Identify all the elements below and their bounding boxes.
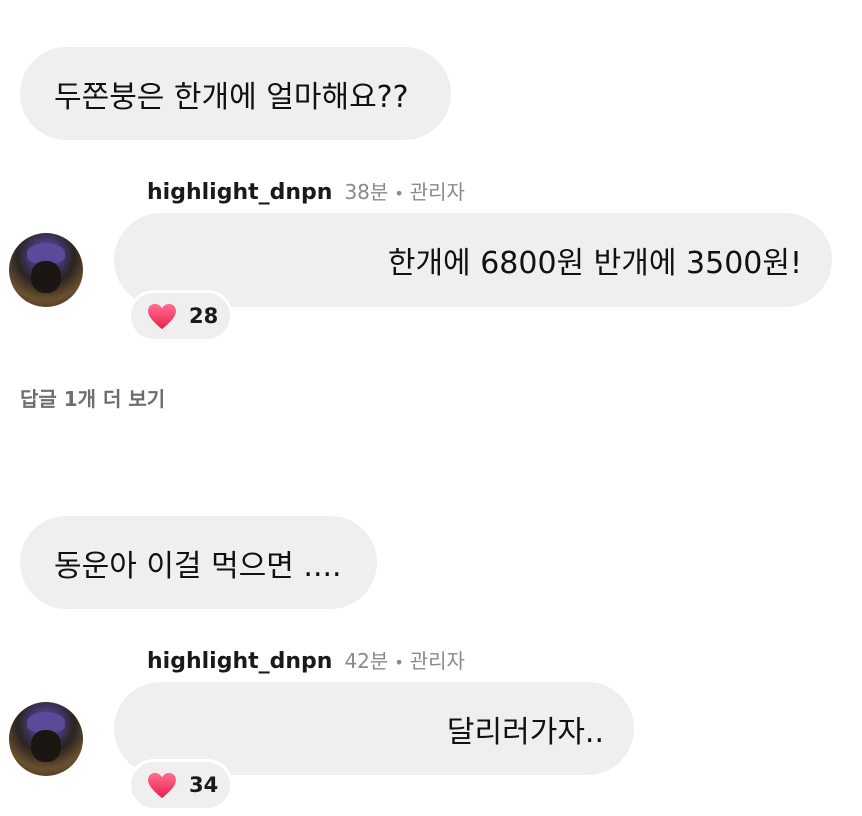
- meta-separator: •: [394, 184, 404, 203]
- heart-icon: [148, 772, 176, 798]
- comment-bubble[interactable]: 두쫀붕은 한개에 얼마해요??: [20, 47, 451, 140]
- comment-bubble[interactable]: 동운아 이걸 먹으면 ....: [20, 516, 377, 609]
- reply-role: 관리자: [409, 649, 465, 673]
- avatar[interactable]: [9, 702, 83, 776]
- like-badge[interactable]: 34: [128, 759, 233, 811]
- meta-separator: •: [394, 653, 404, 672]
- reply-username[interactable]: highlight_dnpn: [147, 649, 332, 674]
- avatar[interactable]: [9, 233, 83, 307]
- reply-time: 38분: [344, 180, 389, 204]
- reply-bubble[interactable]: 한개에 6800원 반개에 3500원!: [114, 213, 832, 307]
- reply-text: 한개에 6800원 반개에 3500원!: [387, 246, 802, 281]
- like-count: 28: [189, 304, 219, 328]
- reply-role: 관리자: [409, 180, 465, 204]
- reply-meta: highlight_dnpn 38분 • 관리자: [147, 176, 465, 205]
- view-more-replies-link[interactable]: 답글 1개 더 보기: [20, 383, 165, 412]
- comment-text: 동운아 이걸 먹으면 ....: [54, 548, 342, 584]
- reply-meta: highlight_dnpn 42분 • 관리자: [147, 645, 465, 674]
- comment-text: 두쫀붕은 한개에 얼마해요??: [54, 79, 409, 115]
- reply-username[interactable]: highlight_dnpn: [147, 180, 332, 205]
- like-count: 34: [189, 773, 219, 797]
- heart-icon: [148, 303, 176, 329]
- like-badge[interactable]: 28: [128, 290, 233, 342]
- reply-time: 42분: [344, 649, 389, 673]
- reply-text: 달리러가자..: [446, 714, 604, 750]
